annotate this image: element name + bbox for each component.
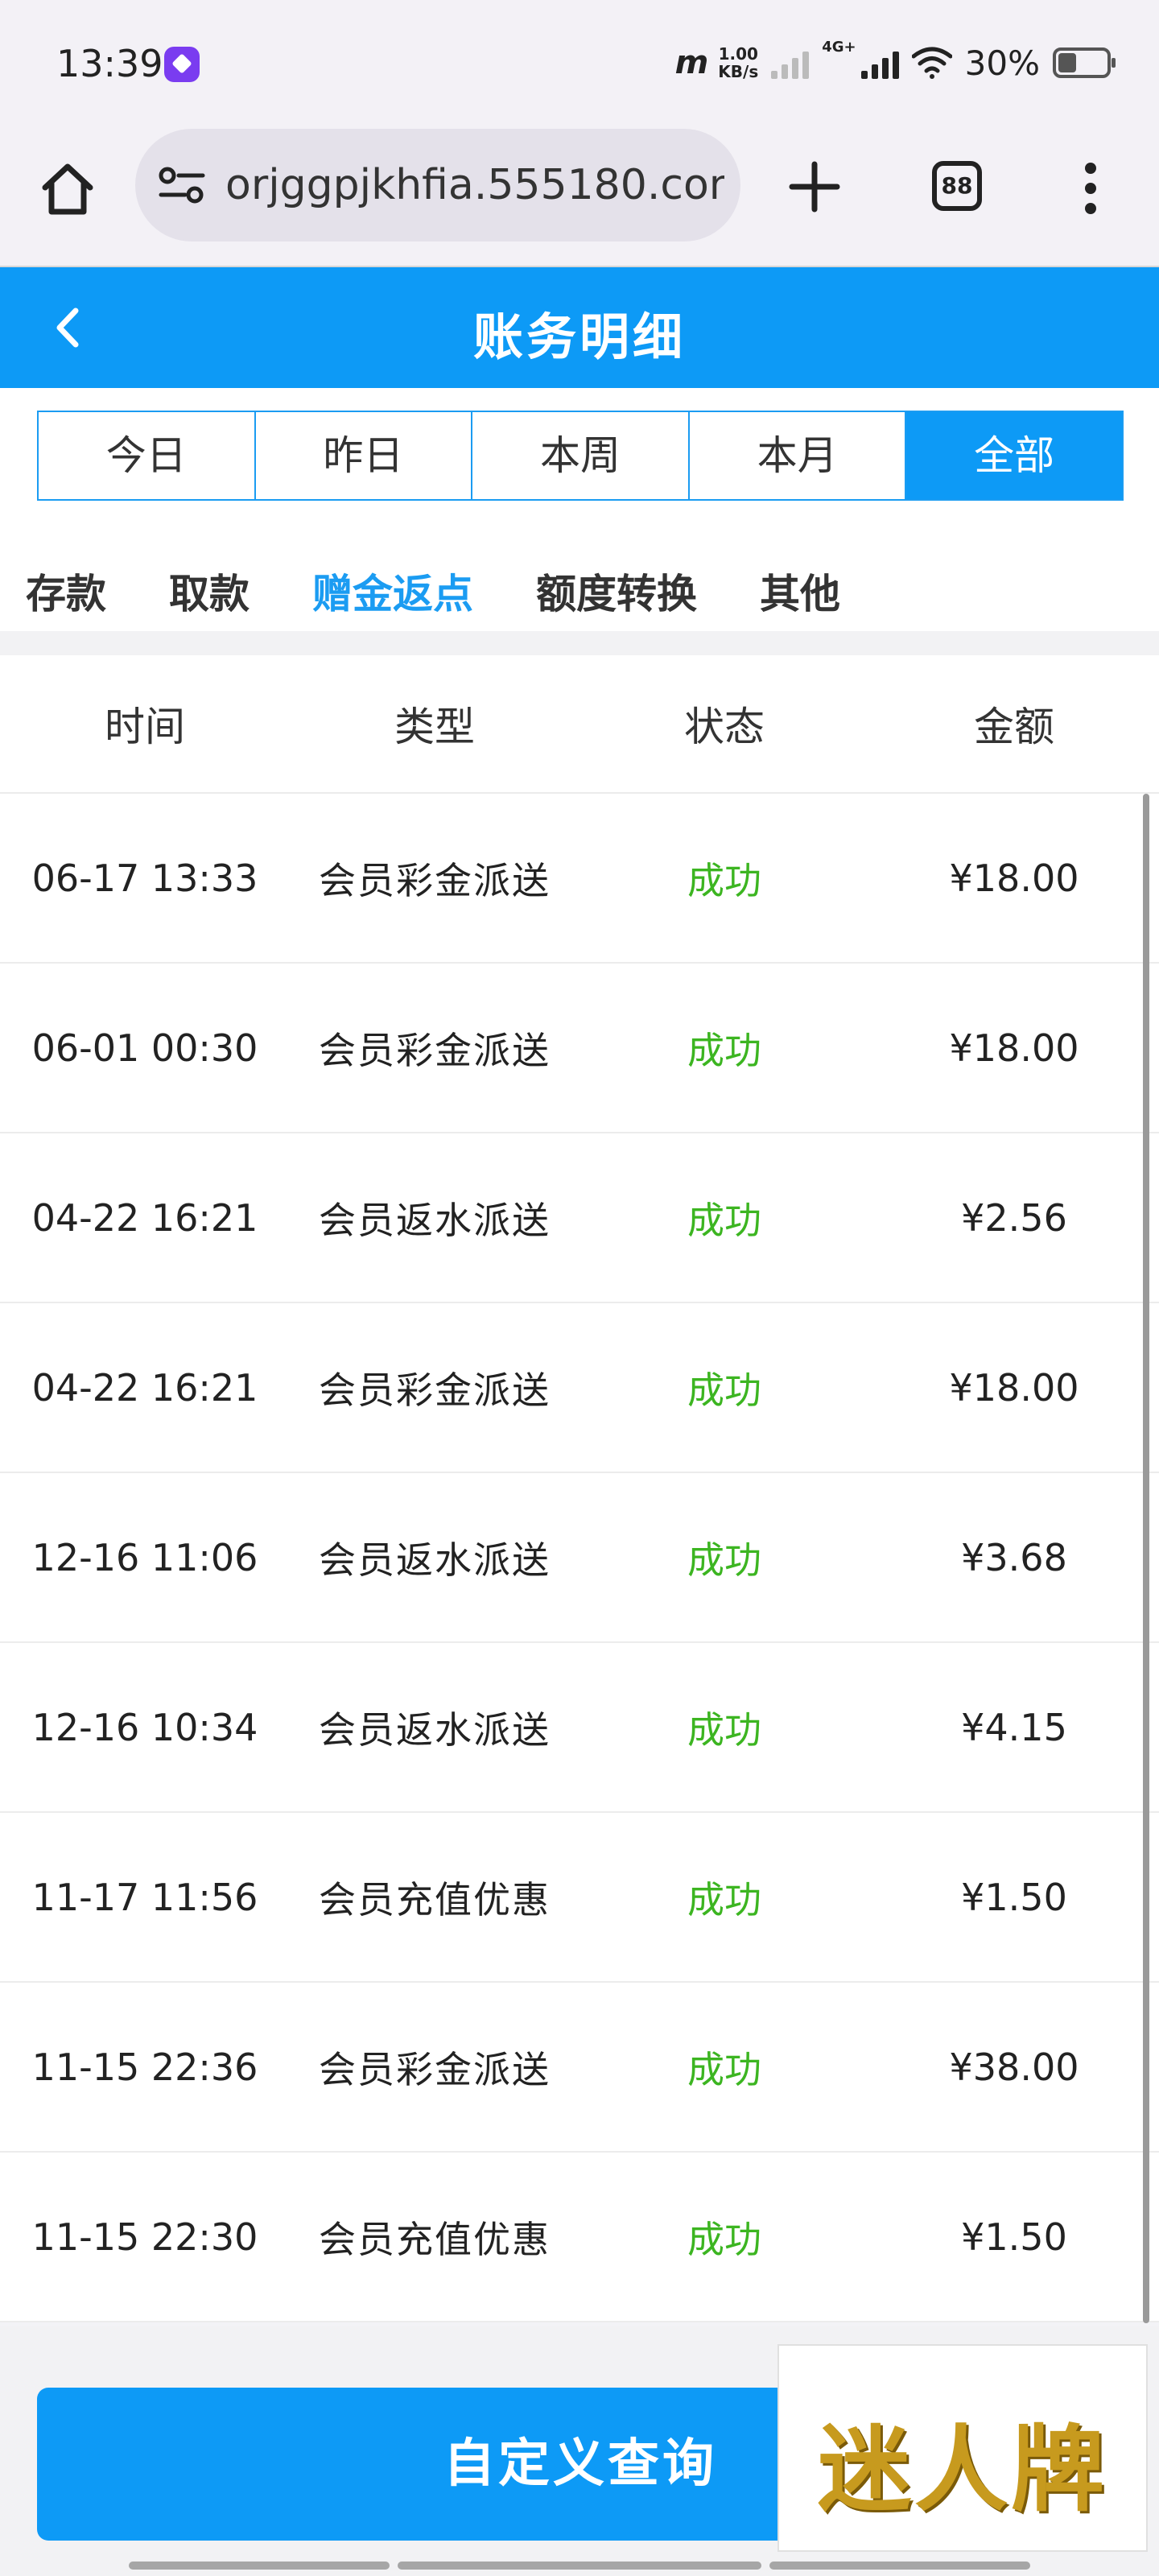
cell-time: 11-15 22:30 — [31, 2215, 258, 2259]
cell-type: 会员彩金派送 — [319, 1368, 551, 1412]
app-notification-icon — [164, 47, 200, 82]
more-menu-icon[interactable] — [1070, 158, 1111, 222]
site-settings-icon[interactable] — [158, 164, 206, 206]
category-tab-bonus-rebate[interactable]: 赠金返点 — [312, 562, 473, 626]
cell-type: 会员彩金派送 — [319, 2047, 551, 2091]
network-speed-unit: KB/s — [718, 62, 759, 81]
cell-time: 11-17 11:56 — [31, 1875, 258, 1919]
status-bar: 13:39 m 1.00 KB/s 4G+ 30% — [0, 0, 1159, 129]
cell-amount: ¥4.15 — [961, 1705, 1067, 1749]
cell-time: 12-16 10:34 — [31, 1705, 258, 1749]
cell-type: 会员彩金派送 — [319, 858, 551, 902]
battery-percent: 30% — [964, 43, 1040, 83]
cell-type: 会员充值优惠 — [319, 1877, 551, 1922]
gesture-bar-left — [129, 2562, 390, 2570]
cell-status: 成功 — [687, 1198, 761, 1242]
cell-time: 04-22 16:21 — [31, 1195, 258, 1240]
cell-amount: ¥3.68 — [961, 1535, 1067, 1579]
column-header-status: 状态 — [684, 704, 765, 750]
new-tab-icon[interactable] — [781, 153, 848, 221]
carrier-icon: m — [674, 44, 709, 81]
category-tab-other[interactable]: 其他 — [760, 562, 840, 626]
table-row[interactable]: 12-16 10:34 会员返水派送 成功 ¥4.15 — [0, 1643, 1159, 1813]
cell-status: 成功 — [687, 1877, 761, 1922]
promo-logo-text: 迷人牌 — [818, 2415, 1107, 2524]
cell-type: 会员充值优惠 — [319, 2217, 551, 2261]
address-bar[interactable]: orjggpjkhfia.555180.com — [135, 129, 740, 242]
column-header-type: 类型 — [394, 704, 475, 750]
signal-sim1-icon — [771, 47, 810, 79]
table-scrollbar[interactable] — [1143, 794, 1149, 2323]
status-time: 13:39 — [56, 42, 163, 85]
page-header: 账务明细 — [0, 267, 1159, 388]
period-tab-today[interactable]: 今日 — [39, 412, 254, 499]
network-speed: 1.00 KB/s — [718, 45, 758, 80]
signal-sim2-icon — [860, 47, 899, 79]
period-tab-this-month[interactable]: 本月 — [687, 412, 905, 499]
cell-type: 会员彩金派送 — [319, 1028, 551, 1072]
table-body: 06-17 13:33 会员彩金派送 成功 ¥18.00 06-01 00:30… — [0, 794, 1159, 2322]
period-tabs: 今日 昨日 本周 本月 全部 — [37, 411, 1124, 501]
browser-toolbar: orjggpjkhfia.555180.com 88 — [0, 129, 1159, 267]
cell-amount: ¥1.50 — [961, 1875, 1067, 1919]
table-row[interactable]: 04-22 16:21 会员返水派送 成功 ¥2.56 — [0, 1133, 1159, 1303]
wifi-icon — [911, 47, 952, 79]
section-gap — [0, 631, 1159, 655]
table-header: 时间 类型 状态 金额 — [0, 655, 1159, 794]
cell-status: 成功 — [687, 1538, 761, 1582]
transactions-table: 时间 类型 状态 金额 06-17 13:33 会员彩金派送 成功 ¥18.00… — [0, 655, 1159, 2323]
cell-status: 成功 — [687, 858, 761, 902]
cell-status: 成功 — [687, 1707, 761, 1752]
category-tab-transfer[interactable]: 额度转换 — [536, 562, 697, 626]
cell-amount: ¥18.00 — [949, 1026, 1079, 1070]
network-speed-value: 1.00 — [718, 44, 758, 64]
table-row[interactable]: 06-17 13:33 会员彩金派送 成功 ¥18.00 — [0, 794, 1159, 964]
cell-time: 06-17 13:33 — [31, 856, 258, 900]
table-row[interactable]: 11-15 22:30 会员充值优惠 成功 ¥1.50 — [0, 2153, 1159, 2322]
cell-time: 11-15 22:36 — [31, 2045, 258, 2089]
gesture-bar-right — [769, 2562, 1030, 2570]
status-indicators: m 1.00 KB/s 4G+ 30% — [674, 39, 1116, 87]
cell-status: 成功 — [687, 1368, 761, 1412]
cell-time: 04-22 16:21 — [31, 1365, 258, 1410]
period-tab-this-week[interactable]: 本周 — [471, 412, 688, 499]
column-header-time: 时间 — [105, 704, 185, 750]
network-type: 4G+ — [822, 39, 856, 56]
category-tabs: 存款 取款 赠金返点 额度转换 其他 — [26, 562, 903, 626]
period-tab-yesterday[interactable]: 昨日 — [254, 412, 472, 499]
cell-amount: ¥38.00 — [949, 2045, 1079, 2089]
cell-amount: ¥18.00 — [949, 1365, 1079, 1410]
cell-amount: ¥2.56 — [961, 1195, 1067, 1240]
period-tab-all[interactable]: 全部 — [905, 412, 1122, 499]
tab-switcher-button[interactable]: 88 — [932, 161, 982, 211]
bottom-action-area: 自定义查询 迷人牌 — [0, 2326, 1159, 2576]
table-row[interactable]: 12-16 11:06 会员返水派送 成功 ¥3.68 — [0, 1473, 1159, 1643]
cell-type: 会员返水派送 — [319, 1198, 551, 1242]
home-icon[interactable] — [35, 157, 100, 221]
table-row[interactable]: 11-15 22:36 会员彩金派送 成功 ¥38.00 — [0, 1983, 1159, 2153]
filter-panel: 今日 昨日 本周 本月 全部 存款 取款 赠金返点 额度转换 其他 — [0, 388, 1159, 631]
url-text[interactable]: orjggpjkhfia.555180.com — [225, 161, 724, 209]
promo-badge[interactable]: 迷人牌 — [777, 2344, 1148, 2552]
cell-status: 成功 — [687, 1028, 761, 1072]
cell-status: 成功 — [687, 2047, 761, 2091]
cell-amount: ¥1.50 — [961, 2215, 1067, 2259]
cell-type: 会员返水派送 — [319, 1538, 551, 1582]
cell-type: 会员返水派送 — [319, 1707, 551, 1752]
page-title: 账务明细 — [472, 308, 686, 366]
cell-status: 成功 — [687, 2217, 761, 2261]
table-row[interactable]: 04-22 16:21 会员彩金派送 成功 ¥18.00 — [0, 1303, 1159, 1473]
cell-time: 12-16 11:06 — [31, 1535, 258, 1579]
column-header-amount: 金额 — [974, 704, 1054, 750]
category-tab-withdraw[interactable]: 取款 — [169, 562, 250, 626]
category-tab-deposit[interactable]: 存款 — [26, 562, 106, 626]
gesture-bar-middle — [398, 2562, 761, 2570]
cell-amount: ¥18.00 — [949, 856, 1079, 900]
cell-time: 06-01 00:30 — [31, 1026, 258, 1070]
table-row[interactable]: 06-01 00:30 会员彩金派送 成功 ¥18.00 — [0, 964, 1159, 1133]
table-row[interactable]: 11-17 11:56 会员充值优惠 成功 ¥1.50 — [0, 1813, 1159, 1983]
battery-icon — [1053, 47, 1116, 78]
